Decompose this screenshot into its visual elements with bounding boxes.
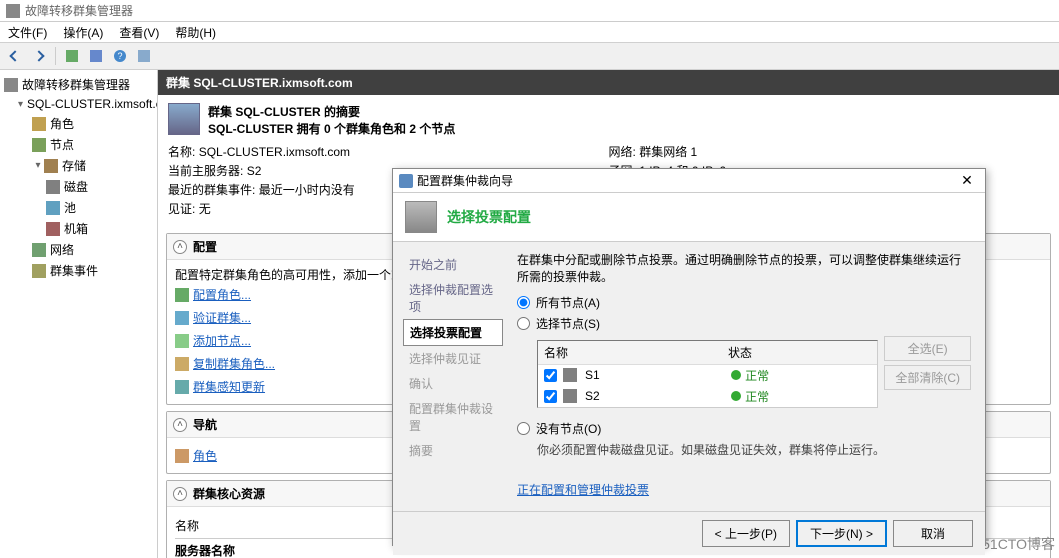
next-button[interactable]: 下一步(N) > <box>796 520 887 547</box>
help-icon[interactable]: ? <box>109 45 131 67</box>
step-select-vote[interactable]: 选择投票配置 <box>403 319 503 346</box>
dialog-titlebar[interactable]: 配置群集仲裁向导 ✕ <box>393 169 985 193</box>
node-checkbox[interactable] <box>544 390 557 403</box>
dialog-content: 在群集中分配或删除节点投票。通过明确删除节点的投票，可以调整使群集继续运行所需的… <box>503 242 985 511</box>
tree-disk[interactable]: 磁盘 <box>0 176 157 197</box>
link-add-node[interactable]: 添加节点... <box>175 332 251 349</box>
quorum-wizard-dialog: 配置群集仲裁向导 ✕ 选择投票配置 开始之前 选择仲裁配置选项 选择投票配置 选… <box>392 168 986 546</box>
cluster-icon <box>168 103 200 135</box>
tree-events[interactable]: 群集事件 <box>0 260 157 281</box>
tree-cluster[interactable]: ▾SQL-CLUSTER.ixmsoft.com <box>0 95 157 113</box>
step-confirm: 确认 <box>403 371 503 396</box>
wizard-steps: 开始之前 选择仲裁配置选项 选择投票配置 选择仲裁见证 确认 配置群集仲裁设置 … <box>393 242 503 511</box>
col-status: 状态 <box>722 341 877 364</box>
step-before[interactable]: 开始之前 <box>403 252 503 277</box>
status-dot-icon <box>731 391 741 401</box>
menu-file[interactable]: 文件(F) <box>4 22 51 43</box>
radio-select-nodes[interactable] <box>517 317 530 330</box>
select-all-button[interactable]: 全选(E) <box>884 336 971 361</box>
app-title: 故障转移群集管理器 <box>25 2 133 19</box>
banner-text: 选择投票配置 <box>447 207 531 227</box>
collapse-icon[interactable]: ˄ <box>173 418 187 432</box>
node-icon <box>563 389 577 403</box>
step-select-witness: 选择仲裁见证 <box>403 346 503 371</box>
link-copy-role[interactable]: 复制群集角色... <box>175 355 275 372</box>
dialog-title: 配置群集仲裁向导 <box>417 172 513 189</box>
tree-roles[interactable]: 角色 <box>0 113 157 134</box>
window-titlebar: 故障转移群集管理器 <box>0 0 1059 22</box>
link-validate[interactable]: 验证群集... <box>175 309 251 326</box>
node-icon <box>563 368 577 382</box>
radio-all-nodes[interactable] <box>517 296 530 309</box>
summary-title: 群集 SQL-CLUSTER 的摘要 <box>208 105 360 119</box>
main-header: 群集 SQL-CLUSTER.ixmsoft.com <box>158 70 1059 95</box>
menu-view[interactable]: 查看(V) <box>115 22 163 43</box>
clear-all-button[interactable]: 全部清除(C) <box>884 365 971 390</box>
col-name: 名称 <box>538 341 722 364</box>
forward-button[interactable] <box>28 45 50 67</box>
prev-button[interactable]: < 上一步(P) <box>702 520 790 547</box>
collapse-icon[interactable]: ˄ <box>173 240 187 254</box>
step-config-set: 配置群集仲裁设置 <box>403 396 503 438</box>
dialog-footer: < 上一步(P) 下一步(N) > 取消 <box>393 511 985 555</box>
node-row-s2[interactable]: S2 正常 <box>538 386 877 407</box>
tree-panel: 故障转移群集管理器 ▾SQL-CLUSTER.ixmsoft.com 角色 节点… <box>0 70 158 558</box>
menu-action[interactable]: 操作(A) <box>59 22 107 43</box>
none-note: 你必须配置仲裁磁盘见证。如果磁盘见证失效，群集将停止运行。 <box>537 441 971 458</box>
summary-sub: SQL-CLUSTER 拥有 0 个群集角色和 2 个节点 <box>208 122 455 136</box>
app-icon <box>6 4 20 18</box>
radio-no-nodes[interactable] <box>517 422 530 435</box>
link-config-role[interactable]: 配置角色... <box>175 286 251 303</box>
tree-enclosure[interactable]: 机箱 <box>0 218 157 239</box>
toolbar-separator <box>55 47 56 65</box>
close-icon[interactable]: ✕ <box>955 172 979 189</box>
tree-pool[interactable]: 池 <box>0 197 157 218</box>
tree-nodes[interactable]: 节点 <box>0 134 157 155</box>
toolbar-btn-3[interactable] <box>133 45 155 67</box>
step-select-opt[interactable]: 选择仲裁配置选项 <box>403 277 503 319</box>
banner-icon <box>405 201 437 233</box>
link-aware-update[interactable]: 群集感知更新 <box>175 378 265 395</box>
node-checkbox[interactable] <box>544 369 557 382</box>
tree-network[interactable]: 网络 <box>0 239 157 260</box>
menubar: 文件(F) 操作(A) 查看(V) 帮助(H) <box>0 22 1059 42</box>
toolbar-btn-1[interactable] <box>61 45 83 67</box>
dialog-icon <box>399 174 413 188</box>
back-button[interactable] <box>4 45 26 67</box>
cancel-button[interactable]: 取消 <box>893 520 973 547</box>
dialog-desc: 在群集中分配或删除节点投票。通过明确删除节点的投票，可以调整使群集继续运行所需的… <box>517 252 971 286</box>
server-name-label: 服务器名称 <box>175 544 235 558</box>
menu-help[interactable]: 帮助(H) <box>171 22 220 43</box>
link-manage-votes[interactable]: 正在配置和管理仲裁投票 <box>517 481 649 498</box>
status-dot-icon <box>731 370 741 380</box>
tree-root[interactable]: 故障转移群集管理器 <box>0 74 157 95</box>
tree-storage[interactable]: ▾存储 <box>0 155 157 176</box>
toolbar-btn-2[interactable] <box>85 45 107 67</box>
toolbar: ? <box>0 42 1059 70</box>
node-row-s1[interactable]: S1 正常 <box>538 365 877 386</box>
collapse-icon[interactable]: ˄ <box>173 487 187 501</box>
step-summary: 摘要 <box>403 438 503 463</box>
